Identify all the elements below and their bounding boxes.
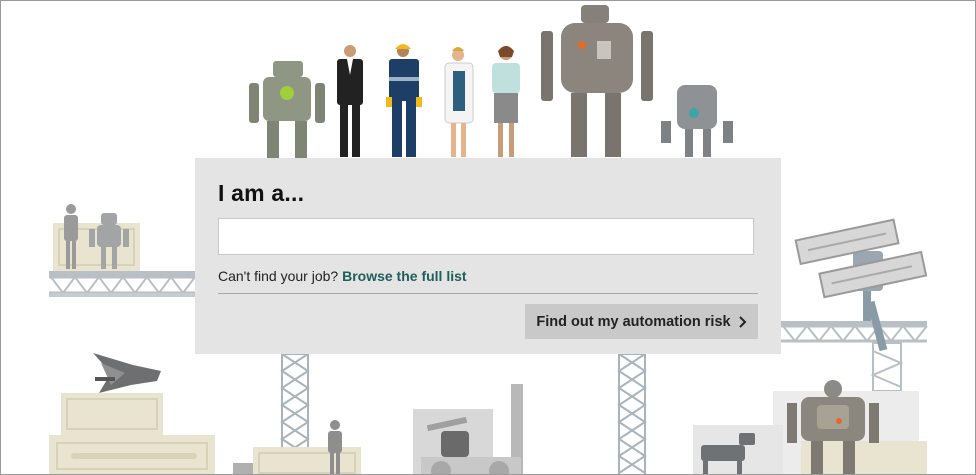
job-search-input[interactable] <box>218 218 754 255</box>
robot-small <box>661 85 733 157</box>
doctor <box>444 47 474 157</box>
page-title: I am a... <box>218 180 305 206</box>
bottom-middle-crate <box>233 447 361 474</box>
businessman <box>337 45 363 157</box>
office-worker <box>492 46 520 157</box>
app-frame: I am a... Can't find your job? Browse th… <box>0 0 976 475</box>
find-automation-risk-button[interactable]: Find out my automation risk <box>525 304 758 339</box>
bottom-left-crates <box>49 393 215 474</box>
right-platform <box>781 321 928 392</box>
divider <box>218 293 758 294</box>
construction-worker <box>386 44 422 157</box>
job-hint: Can't find your job? Browse the full lis… <box>218 268 467 284</box>
hint-text: Can't find your job? <box>218 268 339 284</box>
forklift-robot <box>413 384 523 474</box>
find-automation-risk-label: Find out my automation risk <box>536 313 731 330</box>
chevron-right-icon <box>738 315 746 328</box>
flying-drone <box>93 353 161 393</box>
robot-green-eye <box>249 61 325 158</box>
browse-full-list-link[interactable]: Browse the full list <box>342 268 466 284</box>
scaffold-tower-right <box>617 353 647 474</box>
robot-large <box>541 5 653 157</box>
job-search-panel: I am a... Can't find your job? Browse th… <box>195 158 781 354</box>
